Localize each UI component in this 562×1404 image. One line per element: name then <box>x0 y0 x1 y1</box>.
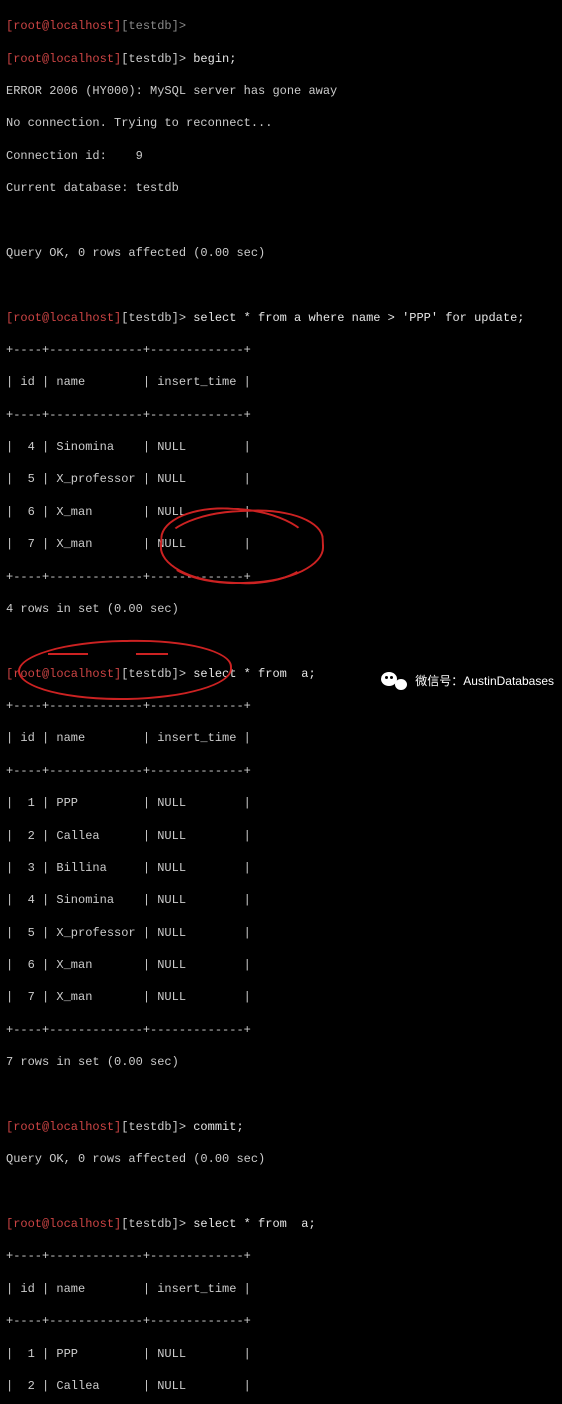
cmd-select-all: select * from a; <box>193 667 315 681</box>
table-row: | 1 | PPP | NULL | <box>6 1346 556 1362</box>
table-sep: +----+-------------+-------------+ <box>6 569 556 585</box>
table-row: | 1 | PPP | NULL | <box>6 795 556 811</box>
query-ok-line: Query OK, 0 rows affected (0.00 sec) <box>6 245 556 261</box>
table-row: | 4 | Sinomina | NULL | <box>6 892 556 908</box>
conn-id-line: Connection id: 9 <box>6 148 556 164</box>
table-row: | 7 | X_man | NULL | <box>6 536 556 552</box>
current-db-line: Current database: testdb <box>6 180 556 196</box>
table-row: | 2 | Callea | NULL | <box>6 828 556 844</box>
prompt-db: [testdb]> <box>121 311 186 325</box>
table-row: | 7 | X_man | NULL | <box>6 989 556 1005</box>
table-sep: +----+-------------+-------------+ <box>6 1022 556 1038</box>
cmd-begin: begin; <box>193 52 236 66</box>
cmd-select-update: select * from a where name > 'PPP' for u… <box>193 311 524 325</box>
table-row: | 2 | Callea | NULL | <box>6 1378 556 1394</box>
error-line: ERROR 2006 (HY000): MySQL server has gon… <box>6 83 556 99</box>
table-sep: +----+-------------+-------------+ <box>6 1248 556 1264</box>
table-sep: +----+-------------+-------------+ <box>6 1313 556 1329</box>
prompt-host: [root@localhost] <box>6 1217 121 1231</box>
prompt-db: [testdb]> <box>121 1120 186 1134</box>
query-ok-line: Query OK, 0 rows affected (0.00 sec) <box>6 1151 556 1167</box>
table-row: | 4 | Sinomina | NULL | <box>6 439 556 455</box>
rows-in-set: 4 rows in set (0.00 sec) <box>6 601 556 617</box>
cmd-select-all: select * from a; <box>193 1217 315 1231</box>
table-header: | id | name | insert_time | <box>6 1281 556 1297</box>
prompt-host: [root@localhost] <box>6 19 121 33</box>
table-header: | id | name | insert_time | <box>6 730 556 746</box>
table-header: | id | name | insert_time | <box>6 374 556 390</box>
prompt-host: [root@localhost] <box>6 52 121 66</box>
watermark: 微信号：AustinDatabases <box>381 670 554 692</box>
prompt-host: [root@localhost] <box>6 1120 121 1134</box>
prompt-db: [testdb]> <box>121 667 186 681</box>
table-sep: +----+-------------+-------------+ <box>6 698 556 714</box>
table-sep: +----+-------------+-------------+ <box>6 407 556 423</box>
reconnect-line: No connection. Trying to reconnect... <box>6 115 556 131</box>
table-row: | 6 | X_man | NULL | <box>6 504 556 520</box>
wechat-icon <box>381 670 407 692</box>
table-sep: +----+-------------+-------------+ <box>6 342 556 358</box>
prompt-host: [root@localhost] <box>6 667 121 681</box>
rows-in-set: 7 rows in set (0.00 sec) <box>6 1054 556 1070</box>
prompt-db: [testdb]> <box>121 19 186 33</box>
prompt-db: [testdb]> <box>121 52 186 66</box>
table-row: | 5 | X_professor | NULL | <box>6 471 556 487</box>
watermark-label: 微信号：AustinDatabases <box>415 673 554 689</box>
table-sep: +----+-------------+-------------+ <box>6 763 556 779</box>
cmd-commit: commit; <box>193 1120 243 1134</box>
table-row: | 6 | X_man | NULL | <box>6 957 556 973</box>
prompt-db: [testdb]> <box>121 1217 186 1231</box>
prompt-host: [root@localhost] <box>6 311 121 325</box>
table-row: | 5 | X_professor | NULL | <box>6 925 556 941</box>
terminal-output: [root@localhost][testdb]> [root@localhos… <box>0 0 562 1404</box>
table-row: | 3 | Billina | NULL | <box>6 860 556 876</box>
